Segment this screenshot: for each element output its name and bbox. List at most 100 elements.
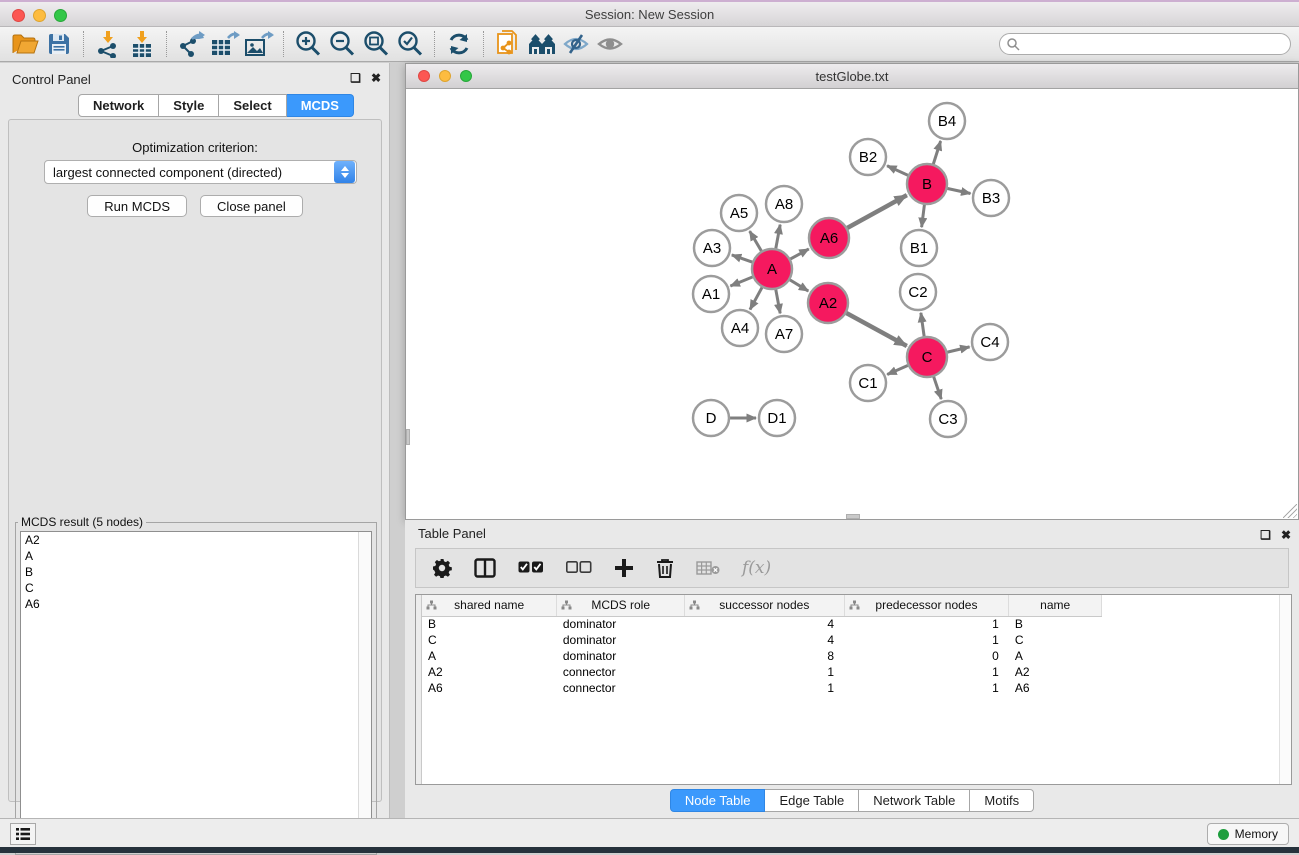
export-network-icon[interactable] xyxy=(174,29,208,59)
mcds-result-item[interactable]: A6 xyxy=(21,596,371,612)
table-row[interactable]: A6connector11A6 xyxy=(422,680,1102,696)
tab-style[interactable]: Style xyxy=(159,94,219,117)
cell[interactable]: A2 xyxy=(1009,664,1102,680)
node-C3[interactable]: C3 xyxy=(930,401,966,437)
cell[interactable]: A6 xyxy=(1009,680,1102,696)
column-header-name[interactable]: name xyxy=(1009,595,1102,616)
save-session-icon[interactable] xyxy=(42,29,76,59)
node-B2[interactable]: B2 xyxy=(850,139,886,175)
cell[interactable]: A2 xyxy=(422,664,557,680)
import-network-icon[interactable] xyxy=(91,29,125,59)
tab-node-table[interactable]: Node Table xyxy=(670,789,766,812)
node-A4[interactable]: A4 xyxy=(722,310,758,346)
import-table-icon[interactable] xyxy=(125,29,159,59)
tab-network-table[interactable]: Network Table xyxy=(859,789,970,812)
node-A5[interactable]: A5 xyxy=(721,195,757,231)
delete-table-icon[interactable] xyxy=(696,560,720,576)
node-D[interactable]: D xyxy=(693,400,729,436)
cell[interactable]: 1 xyxy=(844,680,1009,696)
column-header-predecessor-nodes[interactable]: predecessor nodes xyxy=(844,595,1009,616)
refresh-icon[interactable] xyxy=(442,29,476,59)
cell[interactable]: 1 xyxy=(685,680,845,696)
new-network-from-selection-icon[interactable] xyxy=(491,29,525,59)
delete-icon[interactable] xyxy=(656,558,674,578)
tab-select[interactable]: Select xyxy=(219,94,286,117)
cell[interactable]: 4 xyxy=(685,632,845,648)
cell[interactable]: dominator xyxy=(557,648,685,664)
zoom-out-icon[interactable] xyxy=(325,29,359,59)
cell[interactable]: 1 xyxy=(844,664,1009,680)
node-B[interactable]: B xyxy=(907,164,947,204)
first-neighbors-icon[interactable] xyxy=(525,29,559,59)
node-A8[interactable]: A8 xyxy=(766,186,802,222)
network-window-titlebar[interactable]: testGlobe.txt xyxy=(406,64,1298,89)
node-D1[interactable]: D1 xyxy=(759,400,795,436)
table-row[interactable]: Cdominator41C xyxy=(422,632,1102,648)
cell[interactable]: dominator xyxy=(557,616,685,632)
node-A2[interactable]: A2 xyxy=(808,283,848,323)
deselect-all-icon[interactable] xyxy=(566,561,592,575)
table-row[interactable]: Bdominator41B xyxy=(422,616,1102,632)
node-B3[interactable]: B3 xyxy=(973,180,1009,216)
tab-mcds[interactable]: MCDS xyxy=(287,94,354,117)
scrollbar[interactable] xyxy=(358,532,371,848)
export-table-icon[interactable] xyxy=(208,29,242,59)
mcds-result-item[interactable]: B xyxy=(21,564,371,580)
cell[interactable]: C xyxy=(422,632,557,648)
function-builder-icon[interactable]: f(x) xyxy=(742,558,771,578)
cell[interactable]: B xyxy=(422,616,557,632)
network-graph[interactable]: B4B2BB3A8A5A6A3B1AC2A1A2A4A7C4CC1DD1C3 xyxy=(406,89,1298,519)
node-C2[interactable]: C2 xyxy=(900,274,936,310)
cell[interactable]: connector xyxy=(557,664,685,680)
node-A3[interactable]: A3 xyxy=(694,230,730,266)
cell[interactable]: 1 xyxy=(844,616,1009,632)
node-B1[interactable]: B1 xyxy=(901,230,937,266)
cell[interactable]: 0 xyxy=(844,648,1009,664)
cell[interactable]: B xyxy=(1009,616,1102,632)
open-file-icon[interactable] xyxy=(8,29,42,59)
vertical-scroll-thumb[interactable] xyxy=(406,429,410,445)
close-panel-icon[interactable]: ✖ xyxy=(371,71,381,85)
node-A[interactable]: A xyxy=(752,249,792,289)
float-table-panel-icon[interactable]: ❏ xyxy=(1260,528,1271,542)
optimization-criterion-select[interactable]: largest connected component (directed) xyxy=(44,160,357,184)
tab-network[interactable]: Network xyxy=(78,94,159,117)
zoom-fit-icon[interactable] xyxy=(359,29,393,59)
cell[interactable]: 8 xyxy=(685,648,845,664)
memory-button[interactable]: Memory xyxy=(1207,823,1289,845)
export-image-icon[interactable] xyxy=(242,29,276,59)
run-mcds-button[interactable]: Run MCDS xyxy=(87,195,187,217)
cell[interactable]: A6 xyxy=(422,680,557,696)
mcds-result-item[interactable]: A xyxy=(21,548,371,564)
tab-motifs[interactable]: Motifs xyxy=(970,789,1034,812)
search-input[interactable] xyxy=(1020,35,1290,53)
table-row[interactable]: Adominator80A xyxy=(422,648,1102,664)
cell[interactable]: 1 xyxy=(685,664,845,680)
table-scrollbar[interactable] xyxy=(1279,595,1291,784)
close-table-panel-icon[interactable]: ✖ xyxy=(1281,528,1291,542)
table-row[interactable]: A2connector11A2 xyxy=(422,664,1102,680)
cell[interactable]: A xyxy=(1009,648,1102,664)
zoom-selected-icon[interactable] xyxy=(393,29,427,59)
horizontal-scroll-thumb[interactable] xyxy=(846,514,860,519)
node-B4[interactable]: B4 xyxy=(929,103,965,139)
add-column-icon[interactable] xyxy=(614,558,634,578)
node-C1[interactable]: C1 xyxy=(850,365,886,401)
columns-icon[interactable] xyxy=(474,558,496,578)
tab-edge-table[interactable]: Edge Table xyxy=(765,789,859,812)
node-C4[interactable]: C4 xyxy=(972,324,1008,360)
mcds-result-list[interactable]: A2ABCA6 xyxy=(20,531,372,849)
float-panel-icon[interactable]: ❏ xyxy=(350,71,361,85)
node-C[interactable]: C xyxy=(907,337,947,377)
cell[interactable]: 4 xyxy=(685,616,845,632)
network-canvas[interactable]: B4B2BB3A8A5A6A3B1AC2A1A2A4A7C4CC1DD1C3 xyxy=(406,89,1298,519)
column-header-MCDS-role[interactable]: MCDS role xyxy=(557,595,685,616)
zoom-in-icon[interactable] xyxy=(291,29,325,59)
node-A7[interactable]: A7 xyxy=(766,316,802,352)
show-all-icon[interactable] xyxy=(593,29,627,59)
mcds-result-item[interactable]: C xyxy=(21,580,371,596)
resize-grip[interactable] xyxy=(1283,504,1297,518)
node-A1[interactable]: A1 xyxy=(693,276,729,312)
cell[interactable]: A xyxy=(422,648,557,664)
close-panel-button[interactable]: Close panel xyxy=(200,195,303,217)
